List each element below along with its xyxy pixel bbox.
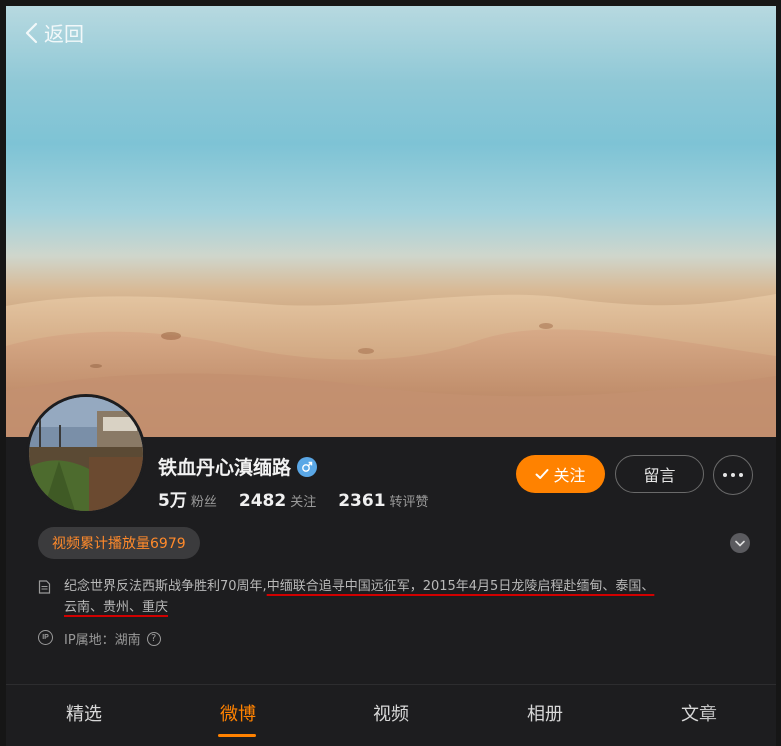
bio-text-start: 纪念世界反法西斯战争胜利70周年, — [64, 579, 267, 594]
profile-name: 铁血丹心滇缅路 — [158, 457, 292, 479]
tab-weibo[interactable]: 微博 — [220, 700, 256, 726]
reposts-stat: 2361 转评赞 — [338, 491, 428, 511]
document-icon — [38, 580, 51, 594]
more-dots-icon — [723, 473, 743, 477]
reposts-count: 2361 — [338, 491, 386, 511]
followers-stat[interactable]: 5万 粉丝 — [158, 486, 217, 511]
followers-count: 5万 — [158, 491, 187, 511]
more-button[interactable] — [713, 455, 753, 495]
tab-videos[interactable]: 视频 — [373, 700, 409, 726]
check-icon — [535, 469, 549, 479]
avatar-photo — [29, 397, 143, 511]
active-tab-indicator — [218, 734, 256, 737]
tab-featured[interactable]: 精选 — [66, 700, 102, 726]
avatar[interactable] — [26, 394, 146, 514]
following-label: 关注 — [290, 495, 317, 510]
following-stat[interactable]: 2482 关注 — [239, 491, 316, 511]
profile-name-row: 铁血丹心滇缅路 — [158, 453, 318, 480]
back-button[interactable]: 返回 — [24, 18, 84, 47]
question-icon[interactable]: ? — [146, 631, 161, 646]
following-count: 2482 — [238, 491, 287, 511]
chevron-left-icon — [25, 22, 38, 43]
message-button[interactable]: 留言 — [615, 455, 704, 493]
profile-tabs: 精选 微博 视频 相册 文章 — [6, 685, 776, 746]
profile-page: 返回 铁血丹心滇缅路 5万 粉丝 2482 关注 2361 转评赞 关注 留言 … — [6, 6, 776, 746]
bio-text-underlined-1: 中缅联合追寻中国远征军，2015年4月5日龙陵启程赴缅甸、泰国、 — [266, 579, 655, 594]
reposts-label: 转评赞 — [389, 495, 429, 510]
expand-button[interactable] — [730, 533, 750, 553]
message-label: 留言 — [643, 468, 676, 485]
tabs-fade — [696, 685, 776, 746]
ip-label: IP属地：湖南 — [64, 633, 141, 648]
follow-button[interactable]: 关注 — [516, 455, 605, 493]
video-plays-badge: 视频累计播放量6979 — [38, 527, 200, 559]
follow-label: 关注 — [553, 468, 586, 485]
ip-location: IP属地：湖南 ? — [64, 629, 161, 648]
bio-text-underlined-2: 云南、贵州、重庆 — [64, 600, 169, 615]
profile-bio: 纪念世界反法西斯战争胜利70周年,中缅联合追寻中国远征军，2015年4月5日龙陵… — [64, 576, 734, 618]
male-icon — [297, 456, 318, 477]
profile-stats: 5万 粉丝 2482 关注 2361 转评赞 — [158, 486, 429, 511]
beach-sand-scene — [6, 294, 776, 437]
followers-label: 粉丝 — [190, 495, 217, 510]
back-label: 返回 — [44, 22, 84, 46]
ip-icon: IP — [38, 630, 53, 645]
cover-image: 返回 — [6, 6, 776, 437]
chevron-down-icon — [735, 540, 745, 547]
tab-albums[interactable]: 相册 — [527, 700, 563, 726]
